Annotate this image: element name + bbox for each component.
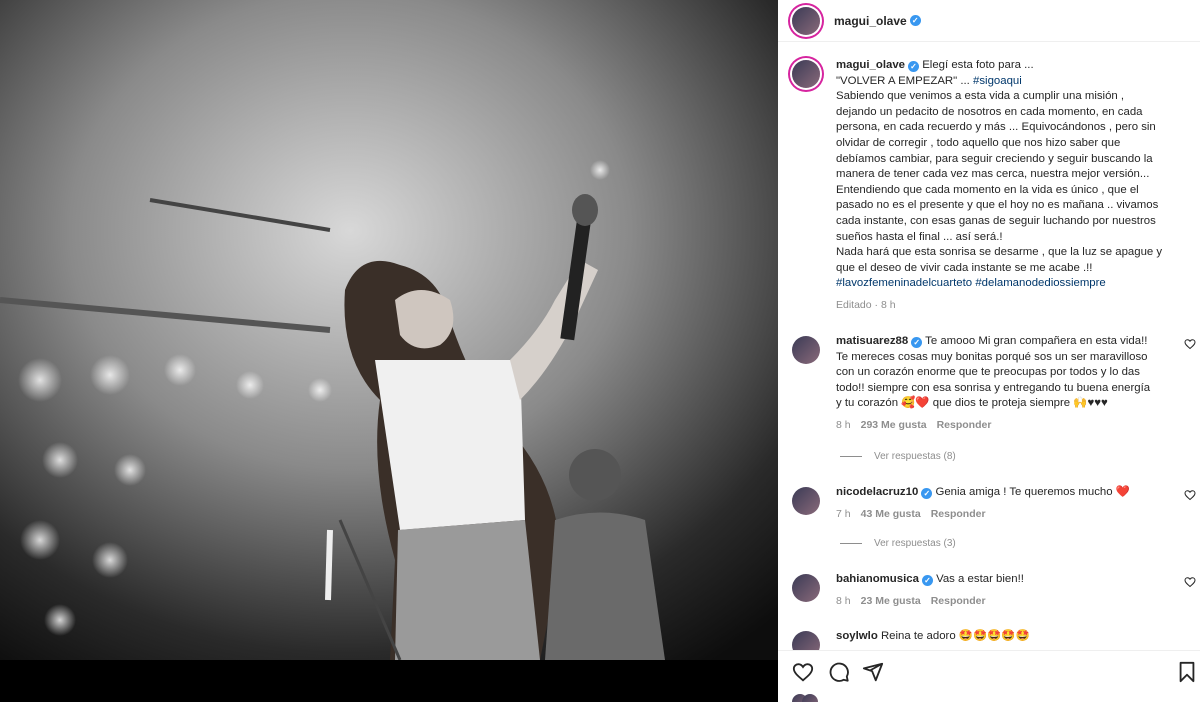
author-avatar[interactable] [792,6,820,35]
comment-text: Te amooo Mi gran compañera en esta vida!… [925,335,1148,347]
caption-hashtag[interactable]: #lavozfemeninadelcuarteto [836,277,972,289]
caption-hashtag[interactable]: #sigoaqui [973,75,1022,87]
comment-text: Reina te adoro 🤩🤩🤩🤩🤩 [880,630,1030,642]
comment-likes[interactable]: 293 Me gusta [861,418,927,434]
view-replies-button[interactable]: Ver respuestas (3) [840,538,956,549]
comment-text: Vas a estar bien!! [936,573,1024,585]
post-photo-panel [0,0,778,702]
caption-line: "VOLVER A EMPEZAR" ... [836,74,974,87]
reply-button[interactable]: Responder [937,418,992,434]
caption-author-avatar[interactable] [792,60,820,88]
caption-line: manera de tener cada vez mas cerca, nues… [836,168,1150,181]
comment-item: matisuarez88 ✓ Te amooo Mi gran compañera… [792,334,1200,434]
liker-avatar[interactable] [802,694,818,702]
comment-like-heart-icon[interactable] [1184,489,1196,501]
replies-dash [840,456,862,457]
comment-like-heart-icon[interactable] [1184,576,1196,588]
comment-body: bahianomusica ✓ Vas a estar bien!! 8 h 23… [836,572,1178,609]
commenter-avatar[interactable] [792,574,820,602]
comment-text: Te mereces cosas muy bonitas porqué sos … [836,350,1148,363]
post-photo[interactable] [0,0,778,660]
author-username[interactable]: magui_olave [834,14,907,28]
commenter-username[interactable]: nicodelacruz10 [836,486,918,498]
comment-likes[interactable]: 43 Me gusta [861,507,921,523]
comment-item: nicodelacruz10 ✓ Genia amiga ! Te queremo… [792,485,1200,522]
caption-hashtag[interactable]: #delamanodediossiempre [975,277,1105,289]
comment-text: y tu corazón 🥰❤️ que dios te proteja sie… [836,397,1108,410]
comment-text: todo!! siempre con esa sonrisa y entrega… [836,381,1151,394]
comment-body: matisuarez88 ✓ Te amooo Mi gran compañera… [836,334,1178,434]
comment-item: bahianomusica ✓ Vas a estar bien!! 8 h 23… [792,572,1200,609]
comment-body: nicodelacruz10 ✓ Genia amiga ! Te queremo… [836,485,1178,522]
verified-badge-icon: ✓ [908,61,920,72]
comment-time: 8 h [836,418,851,431]
caption-line: sueños hasta el final ... así será.! [836,230,1003,243]
caption-line: Sabiendo que venimos a esta vida a cumpl… [836,90,1125,103]
caption-line: pasado no es el presente y que el hoy no… [836,199,1159,212]
comment-text: Genia amiga ! Te queremos mucho ❤️ [935,486,1130,498]
post-header: magui_olave ✓ [778,0,1200,42]
reply-button[interactable]: Responder [931,507,986,523]
view-replies-label: Ver respuestas (3) [874,538,956,549]
commenter-username[interactable]: bahianomusica [836,573,919,585]
bookmark-icon[interactable] [1176,661,1198,683]
view-replies-label: Ver respuestas (8) [874,451,956,462]
likes-row [778,690,1200,702]
caption-line: Entendiendo que cada momento en la vida … [836,183,1139,196]
reply-button[interactable]: Responder [931,594,986,610]
caption-line: persona, en cada recuerdo y más ... Equi… [836,121,1156,134]
caption-username[interactable]: magui_olave [836,59,905,71]
view-replies-button[interactable]: Ver respuestas (8) [840,451,956,462]
comment-text: con un corazón enorme que te preocupas p… [836,366,1140,379]
comment-meta: 8 h 293 Me gusta Responder [836,418,1178,434]
comment-time: 8 h [836,594,851,607]
heart-icon[interactable] [792,661,814,683]
verified-badge-icon: ✓ [921,488,933,499]
post-action-bar [778,650,1200,690]
comment-meta: 8 h 23 Me gusta Responder [836,594,1178,610]
post-edited-time: Editado · 8 h [836,298,896,311]
post-sidebar: magui_olave ✓ magui_olave ✓ Elegí esta fo… [778,0,1200,702]
verified-badge-icon: ✓ [911,337,923,348]
caption-body: magui_olave ✓ Elegí esta foto para ... "V… [836,58,1192,314]
caption-line: debíamos cambiar, para seguir creciendo … [836,152,1153,165]
caption-line: cada instante, con esas ganas de seguir … [836,214,1156,227]
share-icon[interactable] [862,661,884,683]
caption-line: Elegí esta foto para ... [922,59,1034,71]
post-caption: magui_olave ✓ Elegí esta foto para ... "V… [792,58,1192,314]
comment-meta: 7 h 43 Me gusta Responder [836,507,1178,523]
caption-line: Nada hará que esta sonrisa se desarme , … [836,246,1163,259]
commenter-avatar[interactable] [792,336,820,364]
commenter-avatar[interactable] [792,487,820,515]
comment-likes[interactable]: 23 Me gusta [861,594,921,610]
verified-badge-icon: ✓ [909,15,921,26]
caption-line: dejando un pedacito de nosotros en cada … [836,105,1143,118]
caption-line: que el deseo de vivir cada instante se m… [836,261,1093,274]
comment-icon[interactable] [828,661,850,683]
comment-time: 7 h [836,507,851,520]
caption-line: olvidar de corregir , todo aquello que n… [836,136,1121,149]
commenter-username[interactable]: soylwlo [836,630,878,642]
replies-dash [840,543,862,544]
verified-badge-icon: ✓ [921,575,933,586]
comment-like-heart-icon[interactable] [1184,338,1196,350]
commenter-username[interactable]: matisuarez88 [836,335,908,347]
